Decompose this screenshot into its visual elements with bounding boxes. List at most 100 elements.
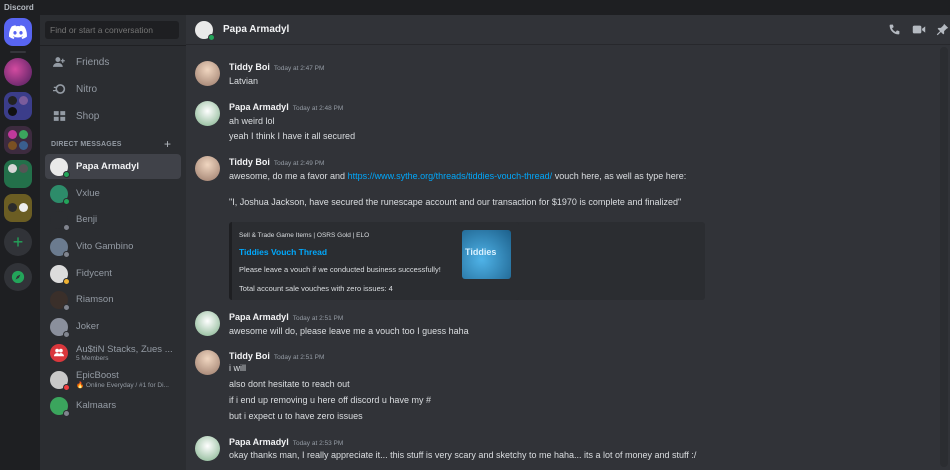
add-server-button[interactable]: + <box>4 228 32 256</box>
server-separator <box>10 51 26 53</box>
message-text: Latvian <box>229 76 259 86</box>
author-name[interactable]: Tiddy Boi <box>229 62 270 72</box>
create-dm-plus-icon[interactable]: + <box>164 137 171 151</box>
message-text: ah weird lol <box>229 116 275 126</box>
embed-thumbnail[interactable]: Tiddies <box>462 230 511 279</box>
message-text: yeah I think I have it all secured <box>229 131 356 141</box>
group-avatar-icon <box>50 343 68 362</box>
server-folder-2[interactable] <box>4 126 32 154</box>
discord-logo-icon <box>9 25 27 39</box>
avatar <box>50 210 70 231</box>
status-offline-icon <box>63 223 70 231</box>
embed-footer: Total account sale vouches with zero iss… <box>239 284 393 293</box>
app-title: Discord <box>4 3 34 12</box>
author-name[interactable]: Papa Armadyl <box>229 312 289 322</box>
nav-nitro[interactable]: Nitro <box>45 78 181 100</box>
status-online-icon <box>63 170 70 178</box>
avatar <box>50 396 70 417</box>
dm-name: EpicBoost <box>76 370 119 381</box>
dm-name: Benji <box>76 214 98 225</box>
status-dnd-icon <box>63 383 70 391</box>
nitro-icon <box>52 82 66 96</box>
status-offline-icon <box>63 250 70 258</box>
server-folder-4[interactable] <box>4 194 32 222</box>
message-text: also dont hesitate to reach out <box>229 379 350 389</box>
message-author[interactable]: Papa Armadyl Today at 2:53 PM <box>229 437 343 447</box>
message-text: i will <box>229 363 246 373</box>
message-author[interactable]: Tiddy Boi Today at 2:47 PM <box>229 62 324 72</box>
message-text: awesome will do, please leave me a vouch… <box>229 326 469 336</box>
scrollbar[interactable] <box>940 47 948 467</box>
dm-item-vito-gambino[interactable]: Vito Gambino <box>45 234 181 259</box>
friends-icon <box>52 55 66 69</box>
avatar[interactable] <box>195 350 220 375</box>
avatar <box>50 184 70 205</box>
dm-item-papa-armadyl[interactable]: Papa Armadyl <box>45 154 181 179</box>
group-icon <box>54 348 64 357</box>
server-folder-3[interactable] <box>4 160 32 188</box>
dm-item-vxlue[interactable]: Vxlue <box>45 181 181 206</box>
dm-section-title: DIRECT MESSAGES <box>51 141 122 148</box>
avatar <box>50 317 70 338</box>
chat-area: Papa Armadyl Tiddy Boi Today at 2:47 PM L… <box>186 15 950 470</box>
vouch-thread-link[interactable]: https://www.sythe.org/threads/tiddies-vo… <box>348 171 553 181</box>
embed-description: Please leave a vouch if we conducted bus… <box>239 265 441 274</box>
explore-button[interactable] <box>4 263 32 291</box>
server-folder-1[interactable] <box>4 92 32 120</box>
dm-subtitle: 5 Members <box>76 354 109 362</box>
dm-name: Vxlue <box>76 188 100 199</box>
dm-item-joker[interactable]: Joker <box>45 314 181 339</box>
message-text: "I, Joshua Jackson, have secured the run… <box>229 197 682 207</box>
avatar[interactable] <box>195 436 220 461</box>
embed-content: Sell & Trade Game Items | OSRS Gold | EL… <box>229 222 519 300</box>
avatar[interactable] <box>195 61 220 86</box>
dm-item-kalmaars[interactable]: Kalmaars <box>45 393 181 418</box>
header-name: Papa Armadyl <box>223 24 290 35</box>
author-name[interactable]: Tiddy Boi <box>229 351 270 361</box>
status-online-icon <box>208 33 215 41</box>
dm-item-group[interactable]: Au$tiN Stacks, Zues ... 5 Members <box>45 340 181 365</box>
search-input[interactable] <box>45 21 179 39</box>
avatar[interactable] <box>195 156 220 181</box>
embed-title-link[interactable]: Tiddies Vouch Thread <box>239 247 327 257</box>
message-text-part: vouch here, as well as type here: <box>552 171 687 181</box>
status-idle-icon <box>63 277 70 285</box>
avatar[interactable] <box>195 101 220 126</box>
server-icon-1[interactable] <box>4 58 32 86</box>
author-name[interactable]: Papa Armadyl <box>229 102 289 112</box>
server-list: + <box>0 15 40 470</box>
message-timestamp: Today at 2:53 PM <box>292 440 344 447</box>
message-text-part: awesome, do me a favor and <box>229 171 348 181</box>
avatar <box>50 157 70 178</box>
message-author[interactable]: Tiddy Boi Today at 2:51 PM <box>229 351 324 361</box>
dm-item-benji[interactable]: Benji <box>45 207 181 232</box>
voice-call-icon[interactable] <box>888 23 902 37</box>
dm-name: Joker <box>76 321 100 332</box>
dm-item-epicboost[interactable]: EpicBoost 🔥 Online Everyday / #1 for Di.… <box>45 367 181 392</box>
dm-item-riamson[interactable]: Riamson <box>45 287 181 312</box>
dm-item-fidycent[interactable]: Fidycent <box>45 261 181 286</box>
message-author[interactable]: Tiddy Boi Today at 2:49 PM <box>229 157 324 167</box>
video-call-icon[interactable] <box>912 23 926 37</box>
message-text: but i expect u to have zero issues <box>229 411 363 421</box>
message-author[interactable]: Papa Armadyl Today at 2:48 PM <box>229 102 343 112</box>
avatar[interactable] <box>195 311 220 336</box>
author-name[interactable]: Papa Armadyl <box>229 437 289 447</box>
nav-label: Shop <box>76 110 100 122</box>
home-button[interactable] <box>4 18 32 46</box>
plus-icon: + <box>12 232 24 252</box>
compass-icon <box>11 270 25 284</box>
message-timestamp: Today at 2:47 PM <box>273 65 325 72</box>
thumbnail-text: Tiddies <box>465 247 497 257</box>
shop-icon <box>52 109 66 123</box>
pin-icon[interactable] <box>936 23 950 37</box>
author-name[interactable]: Tiddy Boi <box>229 157 270 167</box>
avatar <box>50 290 70 311</box>
message-author[interactable]: Papa Armadyl Today at 2:51 PM <box>229 312 343 322</box>
status-offline-icon <box>63 330 70 338</box>
nav-shop[interactable]: Shop <box>45 105 181 127</box>
message-timestamp: Today at 2:51 PM <box>292 315 344 322</box>
nav-friends[interactable]: Friends <box>45 51 181 73</box>
message-timestamp: Today at 2:51 PM <box>273 354 325 361</box>
dm-name: Kalmaars <box>76 400 117 411</box>
